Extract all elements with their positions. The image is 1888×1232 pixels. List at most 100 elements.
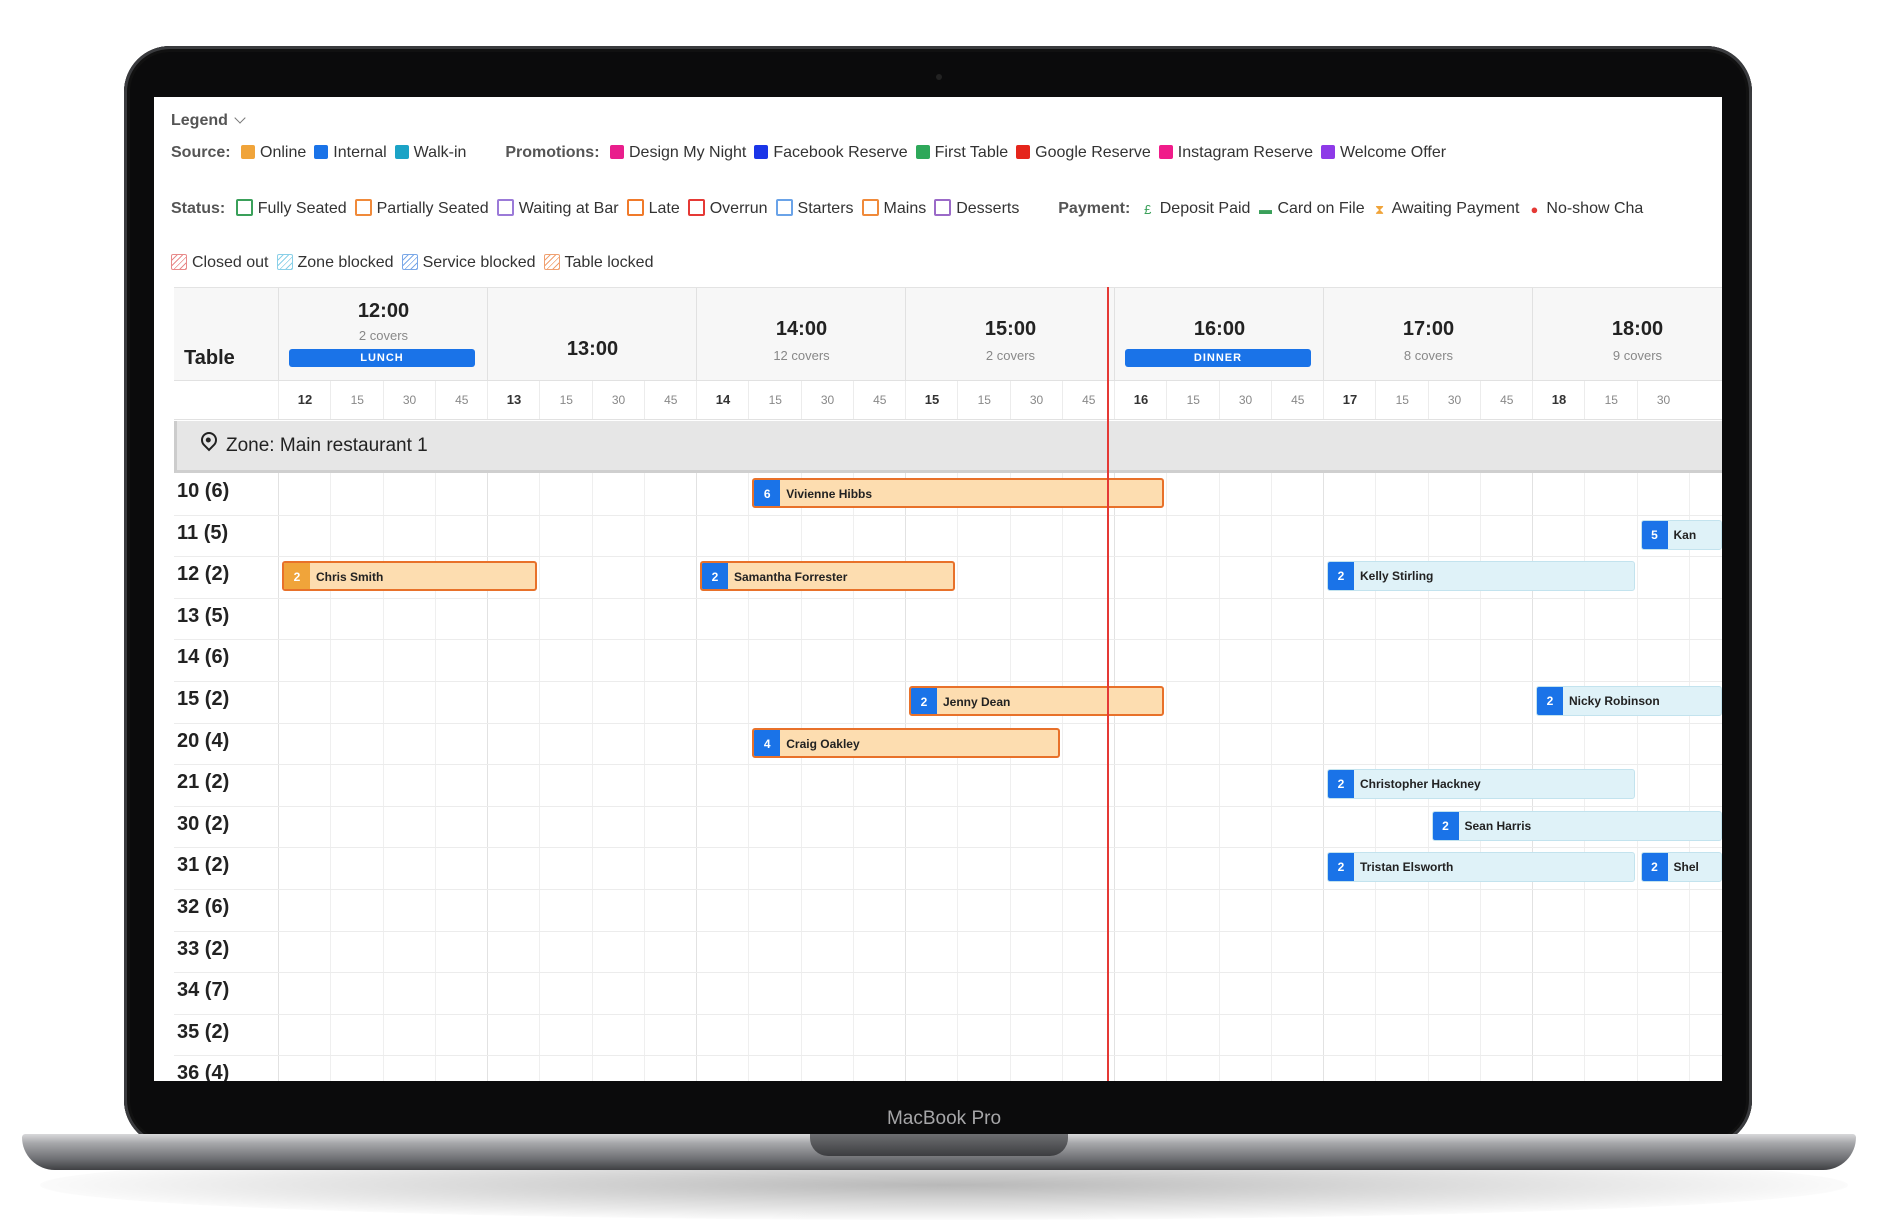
legend-promotion-facebook-reserve: Facebook Reserve <box>754 144 908 161</box>
table-row[interactable]: 34 (7) <box>174 972 1722 1015</box>
hour-covers: 2 covers <box>985 348 1036 363</box>
table-name: 31 (2) <box>177 854 230 877</box>
legend-block-service-blocked: Service blocked <box>401 254 536 271</box>
source-swatch <box>241 145 256 159</box>
hour-label: 13:00 <box>566 338 619 360</box>
booking-tristan-elsworth[interactable]: 2 Tristan Elsworth <box>1327 852 1635 883</box>
booking-sean-harris[interactable]: 2 Sean Harris <box>1431 810 1722 841</box>
legend-promotion-google-reserve: Google Reserve <box>1016 144 1151 161</box>
hour-column-1300: 13:00 <box>487 288 697 381</box>
service-badge-lunch[interactable]: LUNCH <box>289 349 475 367</box>
status-swatch <box>775 199 793 216</box>
deposit-icon: £ <box>1144 202 1152 217</box>
table-row[interactable]: 11 (5) <box>174 515 1722 558</box>
promotion-label: Google Reserve <box>1035 144 1151 161</box>
table-name: 35 (2) <box>177 1020 230 1043</box>
table-name: 13 (5) <box>177 604 230 627</box>
legend-toggle[interactable]: Legend <box>171 112 246 130</box>
promotion-label: First Table <box>934 144 1009 161</box>
block-swatch <box>276 254 293 270</box>
hour-column-1600: 16:00 DINNER <box>1114 288 1324 381</box>
booking-name: Tristan Elsworth <box>1360 860 1454 875</box>
alert-icon: ● <box>1530 202 1539 217</box>
booking-name: Craig Oakley <box>786 736 860 751</box>
time-tick: 30 <box>1636 381 1690 419</box>
table-name: 10 (6) <box>177 480 230 502</box>
legend-status-starters: Starters <box>775 199 854 217</box>
hour-column-1400: 14:00 12 covers <box>696 288 906 381</box>
legend-source-row: Source: Online Internal Walk-in Promotions… <box>171 144 1454 162</box>
table-row[interactable]: 32 (6) <box>174 889 1722 932</box>
table-name: 14 (6) <box>177 646 230 669</box>
booking-name: Nicky Robinson <box>1569 694 1660 708</box>
card-icon: ▬ <box>1258 202 1272 217</box>
legend-status-fully-seated: Fully Seated <box>235 199 347 217</box>
booking-covers: 2 <box>1328 562 1354 591</box>
booking-covers: 2 <box>702 563 728 590</box>
booking-kelly-stirling[interactable]: 2 Kelly Stirling <box>1327 561 1635 592</box>
legend-source-online: Online <box>241 144 306 161</box>
time-tick: 15 <box>1375 381 1428 419</box>
table-row[interactable]: 33 (2) <box>174 931 1722 974</box>
promotion-label: Welcome Offer <box>1339 144 1447 161</box>
block-swatch <box>171 254 187 270</box>
legend-payment-no-show-cha: ● No-show Cha <box>1527 200 1643 217</box>
booking-chris-smith[interactable]: 2 Chris Smith <box>282 561 538 592</box>
table-row[interactable]: 13 (5) <box>174 598 1722 641</box>
booking-kan[interactable]: 5 Kan <box>1640 519 1722 550</box>
booking-name: Chris Smith <box>316 570 384 585</box>
booking-grid: 10 (6) 11 (5) 12 (2) 13 (5) 14 (6) 15 (2) 20 (… <box>174 473 1722 1081</box>
booking-covers: 6 <box>754 480 781 506</box>
chevron-down-icon <box>234 112 246 124</box>
current-time-line <box>1107 287 1110 1081</box>
table-column-header: Table <box>184 347 235 369</box>
table-row[interactable]: 14 (6) <box>174 639 1722 682</box>
hour-column-1700: 17:00 8 covers <box>1323 288 1533 381</box>
hour-column-1500: 15:00 2 covers <box>905 288 1115 381</box>
zone-header[interactable]: Zone: Main restaurant 1 <box>174 421 1722 473</box>
legend-payment-deposit-paid: £ Deposit Paid <box>1141 200 1250 217</box>
time-tick: 30 <box>382 381 436 419</box>
block-label: Zone blocked <box>297 254 394 271</box>
timeline: Table 12:00 2 covers LUNCH 13:00 14:00 12 cov… <box>174 287 1722 1081</box>
booking-covers: 4 <box>754 729 781 756</box>
table-row[interactable]: 35 (2) <box>174 1014 1722 1057</box>
source-label: Walk-in <box>413 144 467 161</box>
source-label: Internal <box>333 144 387 161</box>
promotion-swatch <box>609 145 624 159</box>
device-brand: MacBook Pro <box>886 1108 1002 1129</box>
booking-christopher-hackney[interactable]: 2 Christopher Hackney <box>1327 769 1635 800</box>
service-badge-dinner[interactable]: DINNER <box>1125 349 1311 367</box>
booking-nicky-robinson[interactable]: 2 Nicky Robinson <box>1536 686 1722 716</box>
time-tick: 17 <box>1323 381 1376 419</box>
promotion-swatch <box>915 145 930 159</box>
time-tick: 13 <box>487 381 540 419</box>
booking-jenny-dean[interactable]: 2 Jenny Dean <box>909 686 1165 716</box>
timeline-header: Table 12:00 2 covers LUNCH 13:00 14:00 12 cov… <box>174 287 1722 381</box>
table-name: 32 (6) <box>177 896 230 918</box>
table-row[interactable]: 36 (4) <box>174 1055 1722 1081</box>
booking-shel[interactable]: 2 Shel <box>1640 852 1722 883</box>
booking-craig-oakley[interactable]: 4 Craig Oakley <box>752 727 1060 758</box>
table-name: 11 (5) <box>177 521 229 544</box>
status-swatch <box>861 199 879 216</box>
booking-samantha-forrester[interactable]: 2 Samantha Forrester <box>700 561 956 592</box>
legend-payment-card-on-file: ▬ Card on File <box>1258 200 1365 217</box>
legend-promotion-instagram-reserve: Instagram Reserve <box>1158 144 1313 161</box>
status-label: Late <box>648 200 680 217</box>
legend-block-closed-out: Closed out <box>171 254 269 271</box>
status-label: Fully Seated <box>257 200 347 217</box>
time-tick: 45 <box>434 381 488 419</box>
table-name: 20 (4) <box>177 729 230 752</box>
table-name: 36 (4) <box>177 1062 230 1081</box>
status-label: Status: <box>171 200 226 217</box>
status-label: Mains <box>883 200 927 217</box>
time-tick: 15 <box>539 381 592 419</box>
booking-vivienne-hibbs[interactable]: 6 Vivienne Hibbs <box>752 478 1165 508</box>
payment-label: Awaiting Payment <box>1391 200 1520 217</box>
time-tick: 12 <box>278 381 331 419</box>
block-swatch <box>401 254 418 270</box>
location-pin-icon <box>197 428 221 452</box>
table-name: 21 (2) <box>177 771 230 794</box>
legend-status-partially-seated: Partially Seated <box>354 199 489 217</box>
